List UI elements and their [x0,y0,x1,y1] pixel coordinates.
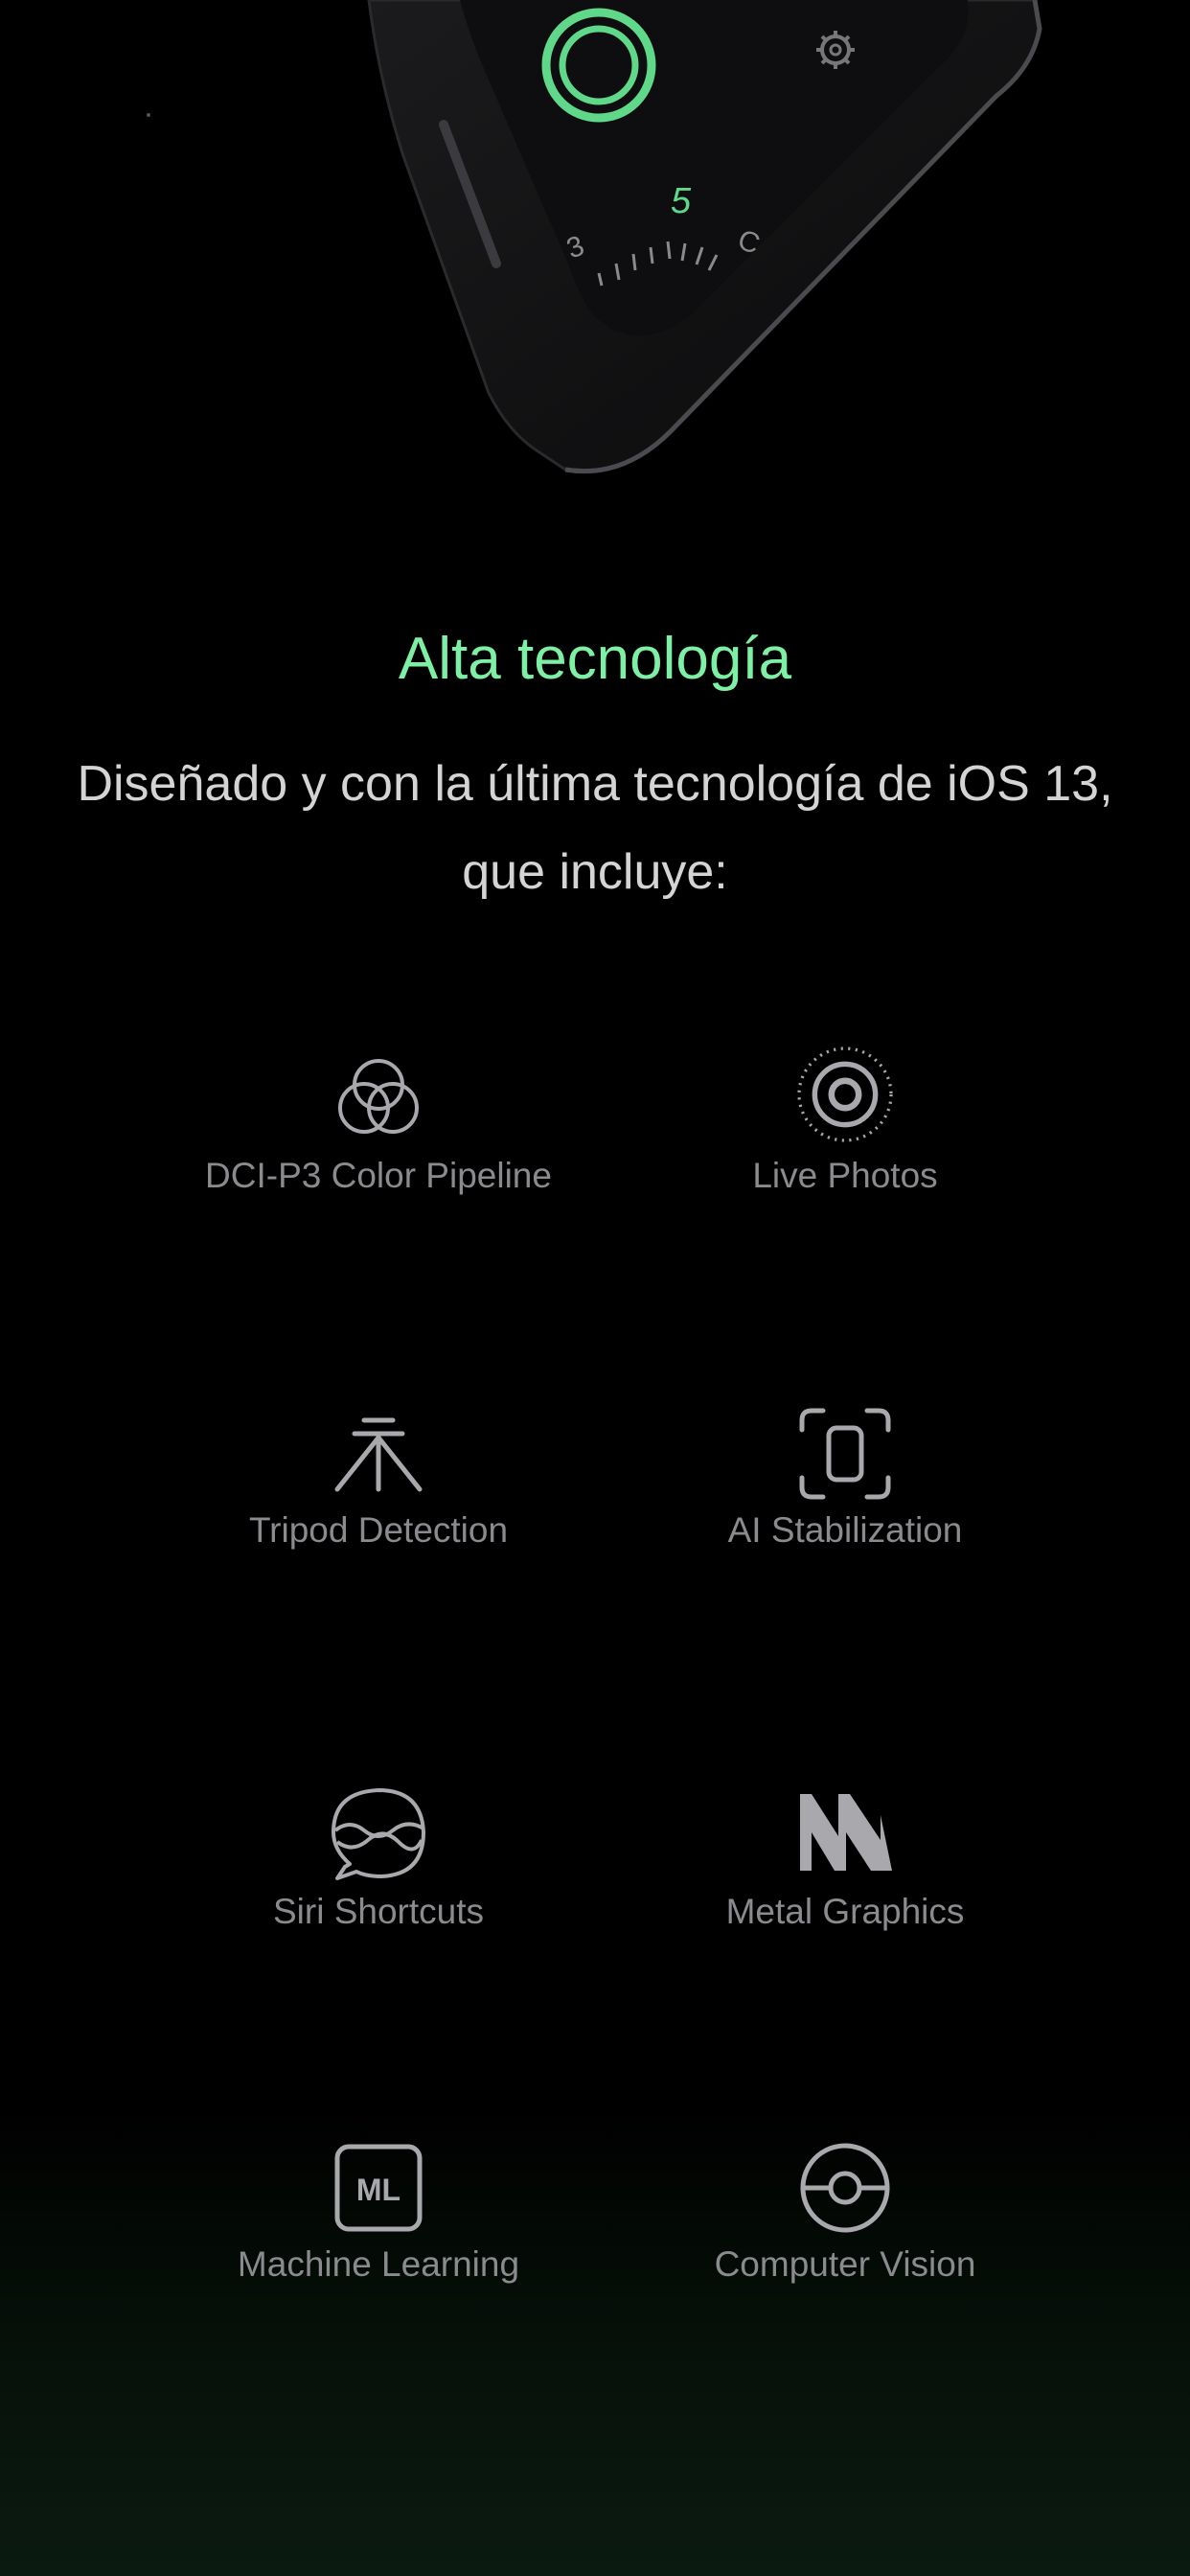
feature-siri-shortcuts: Siri Shortcuts [129,1782,628,1936]
computer-vision-icon [800,2143,890,2233]
feature-live-photos: Live Photos [596,1037,1094,1200]
feature-label: Machine Learning [237,2244,520,2284]
live-photos-icon [797,1046,893,1142]
feature-metal-graphics: Metal Graphics [596,1782,1094,1936]
section-heading: Alta tecnología [398,626,792,692]
phone-hero-image: 5 3 C [0,0,1190,498]
feature-label: Tripod Detection [248,1510,509,1550]
subtitle-line-1: Diseñado y con la última tecnología de i… [77,756,1113,812]
subtitle-line-2: que incluye: [462,844,728,900]
feature-label: Siri Shortcuts [272,1892,484,1931]
feature-label: Metal Graphics [725,1892,965,1931]
feature-label: Live Photos [752,1156,938,1195]
feature-dci-p3: DCI-P3 Color Pipeline [129,1046,628,1200]
feature-ai-stabilization: AI Stabilization [596,1401,1094,1554]
ml-icon: ML [334,2144,423,2232]
star-dot [147,113,150,117]
feature-label: AI Stabilization [727,1510,963,1550]
feature-tripod-detection: Tripod Detection [129,1401,628,1554]
feature-label: Computer Vision [714,2244,976,2284]
tripod-icon [334,1417,423,1492]
page: 5 3 C Alta tecnología Diseñado y con la … [0,0,1190,2576]
dial-number: 5 [671,181,692,221]
feature-machine-learning: ML Machine Learning [129,2135,628,2288]
section-subtitle: Diseñado y con la última tecnología de i… [57,740,1133,916]
phone-illustration: 5 3 C [147,0,1042,474]
ml-icon-text: ML [356,2173,400,2207]
feature-label: DCI-P3 Color Pipeline [205,1156,552,1195]
feature-computer-vision: Computer Vision [596,2135,1094,2288]
color-circles-icon [338,1059,419,1134]
stabilization-icon [799,1408,891,1500]
siri-shortcuts-icon [332,1788,425,1880]
metal-icon [800,1794,892,1871]
